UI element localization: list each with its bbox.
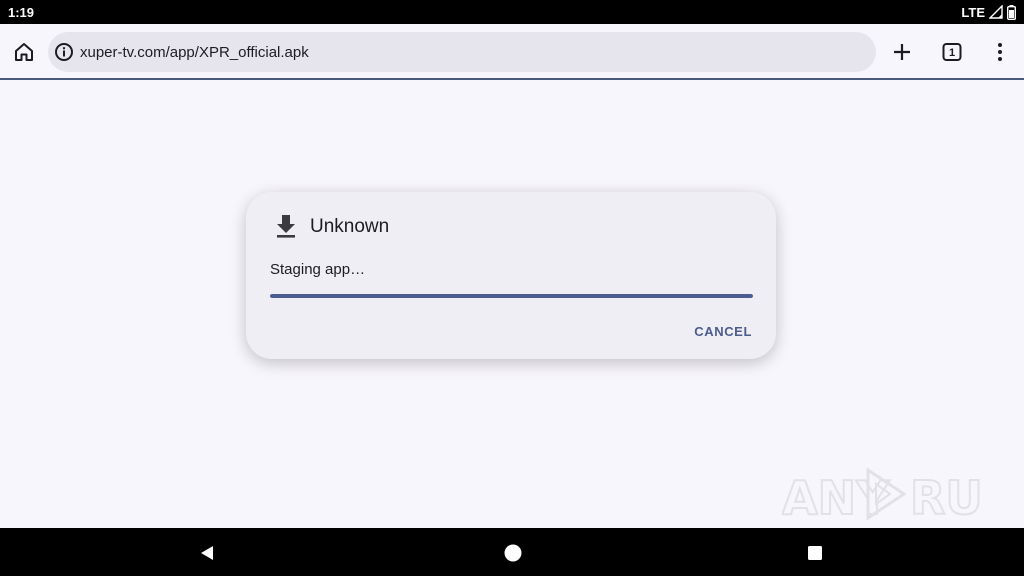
network-type: LTE: [961, 4, 985, 20]
watermark-left-text: ANY: [782, 471, 890, 525]
progress-bar: [270, 294, 753, 298]
status-bar: 1:19 LTE: [0, 0, 1024, 24]
more-vert-icon[interactable]: [988, 40, 1012, 64]
download-icon: [277, 215, 295, 238]
plus-icon[interactable]: [890, 40, 914, 64]
recent-square-icon[interactable]: [804, 542, 826, 564]
system-nav-bar: [0, 528, 1024, 576]
cancel-button[interactable]: CANCEL: [694, 324, 752, 339]
status-time: 1:19: [8, 4, 35, 20]
tab-count: 1: [949, 47, 955, 59]
signal-icon: [989, 5, 1003, 19]
anyrun-watermark-logo: ANY RUN: [782, 467, 982, 526]
status-icons: LTE: [961, 4, 1016, 20]
url-bar[interactable]: xuper-tv.com/app/XPR_official.apk: [48, 32, 876, 72]
dialog-title: Unknown: [310, 216, 390, 237]
watermark-right-text: RUN: [910, 471, 982, 525]
info-icon[interactable]: [54, 42, 74, 62]
download-dialog: Unknown Staging app… CANCEL: [246, 192, 776, 359]
dialog-message: Staging app…: [270, 261, 366, 278]
back-triangle-icon[interactable]: [196, 542, 218, 564]
progress-fill: [270, 294, 753, 298]
browser-toolbar: xuper-tv.com/app/XPR_official.apk 1: [0, 24, 1024, 80]
battery-icon: [1007, 4, 1016, 20]
home-icon[interactable]: [12, 40, 36, 64]
url-text[interactable]: xuper-tv.com/app/XPR_official.apk: [80, 44, 309, 61]
tab-switcher-icon[interactable]: 1: [940, 40, 964, 64]
home-circle-icon[interactable]: [502, 542, 524, 564]
